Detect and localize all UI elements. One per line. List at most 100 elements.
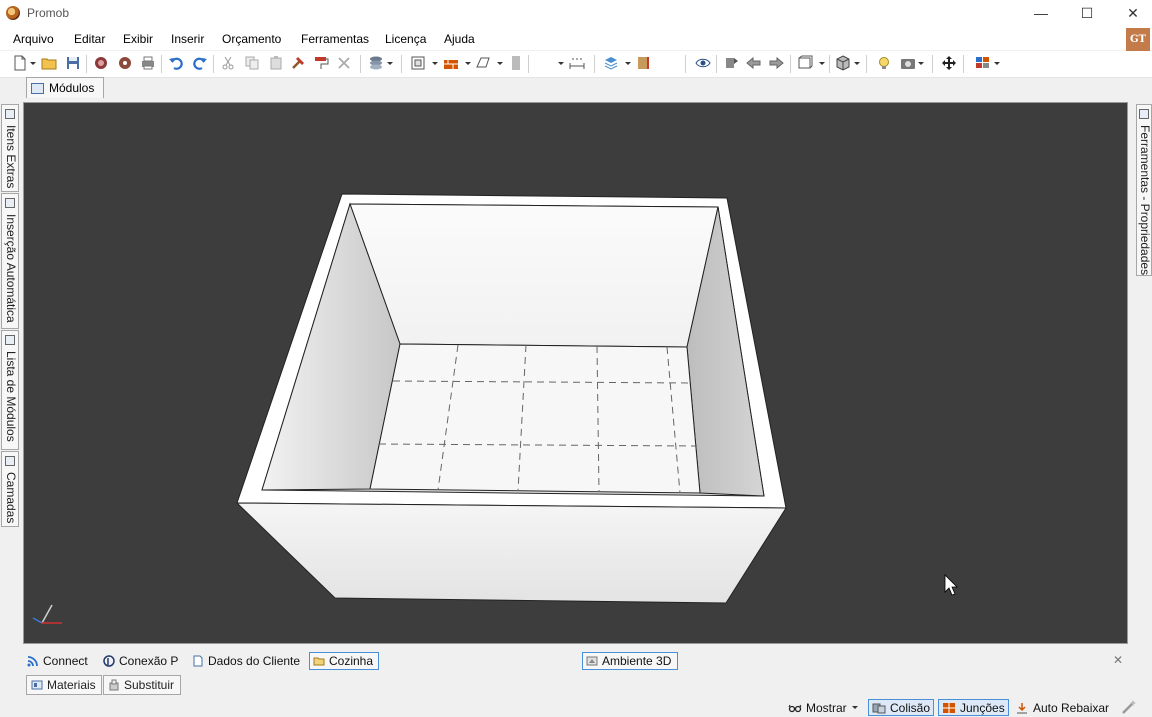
photo-camera-dropdown-icon[interactable] bbox=[918, 62, 924, 65]
wall-dropdown-icon[interactable] bbox=[465, 62, 471, 65]
rotate-icon[interactable] bbox=[723, 55, 739, 71]
magic-wand-icon[interactable] bbox=[1121, 699, 1139, 715]
eye-icon[interactable] bbox=[695, 55, 711, 71]
axis-gizmo bbox=[32, 604, 62, 624]
shape-icon[interactable] bbox=[475, 55, 491, 71]
tab-materiais[interactable]: Materiais bbox=[26, 675, 102, 695]
view-layout-dropdown-icon[interactable] bbox=[432, 62, 438, 65]
tools-icon bbox=[1139, 109, 1149, 119]
side-tab-lista-de-modulos[interactable]: Lista de Módulos bbox=[1, 330, 19, 450]
paperclip-icon bbox=[5, 109, 15, 119]
budget-dropdown-icon[interactable] bbox=[387, 62, 393, 65]
menu-orcamento[interactable]: Orçamento bbox=[222, 32, 281, 46]
layers-dropdown-icon[interactable] bbox=[625, 62, 631, 65]
new-file-dropdown-icon[interactable] bbox=[30, 62, 36, 65]
tab-connect[interactable]: Connect bbox=[27, 652, 88, 670]
menu-arquivo[interactable]: Arquivo bbox=[13, 32, 54, 46]
tab-materiais-label: Materiais bbox=[47, 678, 96, 692]
minimize-button[interactable]: — bbox=[1018, 0, 1064, 26]
tab-conexao-p-label: Conexão P bbox=[119, 654, 179, 668]
color-palette-icon[interactable] bbox=[975, 55, 991, 71]
auto-insert-icon bbox=[5, 198, 15, 208]
bottom-tab-bar bbox=[23, 648, 1128, 672]
user-badge[interactable]: GT bbox=[1126, 28, 1150, 51]
menu-ajuda[interactable]: Ajuda bbox=[444, 32, 475, 46]
render-icon[interactable] bbox=[93, 55, 109, 71]
juncoes-toggle[interactable]: Junções bbox=[938, 699, 1009, 716]
junctions-icon bbox=[943, 702, 955, 713]
open-folder-icon[interactable] bbox=[41, 55, 57, 71]
menu-inserir[interactable]: Inserir bbox=[171, 32, 204, 46]
wall-icon[interactable] bbox=[443, 55, 459, 71]
column-icon[interactable] bbox=[508, 55, 524, 71]
shape-dropdown-icon[interactable] bbox=[497, 62, 503, 65]
replace-icon bbox=[109, 679, 119, 691]
move-right-icon[interactable] bbox=[768, 55, 784, 71]
promob-logo-icon bbox=[6, 6, 20, 20]
side-tab-ferramentas-propriedades[interactable]: Ferramentas - Propriedades bbox=[1136, 104, 1152, 276]
colisao-label: Colisão bbox=[890, 700, 931, 715]
tab-ambiente-3d-label: Ambiente 3D bbox=[602, 654, 672, 668]
tab-modulos-label: Módulos bbox=[49, 81, 95, 95]
side-tab-camadas[interactable]: Camadas bbox=[1, 451, 19, 527]
side-tab-insercao-automatica[interactable]: Inserção Automática bbox=[1, 193, 19, 329]
camera-view-dropdown-icon[interactable] bbox=[819, 62, 825, 65]
select-tool-dropdown-icon[interactable] bbox=[558, 62, 564, 65]
tab-modulos[interactable]: Módulos bbox=[26, 77, 104, 98]
hammer-icon[interactable] bbox=[290, 55, 306, 71]
cube-dropdown-icon[interactable] bbox=[854, 62, 860, 65]
colisao-toggle[interactable]: Colisão bbox=[868, 699, 935, 716]
color-palette-dropdown-icon[interactable] bbox=[994, 62, 1000, 65]
navigate-arrows-icon[interactable] bbox=[941, 55, 957, 71]
cut-icon[interactable] bbox=[220, 55, 236, 71]
rss-icon bbox=[27, 656, 38, 667]
delete-icon[interactable] bbox=[336, 55, 352, 71]
tab-conexao-p[interactable]: Conexão P bbox=[103, 652, 178, 670]
mostrar-label: Mostrar bbox=[806, 700, 847, 715]
cabinet-3d-model[interactable] bbox=[24, 103, 1127, 643]
auto-lower-icon bbox=[1017, 702, 1027, 713]
mostrar-dropdown[interactable]: Mostrar bbox=[788, 699, 858, 716]
close-button[interactable]: ✕ bbox=[1110, 0, 1152, 26]
elevation-view-icon[interactable] bbox=[636, 55, 652, 71]
move-left-icon[interactable] bbox=[746, 55, 762, 71]
juncoes-label: Junções bbox=[960, 700, 1005, 715]
viewport-3d[interactable] bbox=[23, 102, 1128, 644]
print-icon[interactable] bbox=[140, 55, 156, 71]
auto-rebaixar-toggle[interactable]: Auto Rebaixar bbox=[1015, 699, 1109, 716]
tab-dados-do-cliente[interactable]: Dados do Cliente bbox=[192, 652, 300, 670]
copy-icon[interactable] bbox=[244, 55, 260, 71]
main-toolbar: 3D bbox=[0, 51, 1152, 124]
tab-substituir[interactable]: Substituir bbox=[103, 675, 181, 695]
light-bulb-icon[interactable] bbox=[876, 55, 892, 71]
menu-bar: Arquivo Editar Exibir Inserir Orçamento … bbox=[0, 28, 1152, 50]
cube-icon[interactable] bbox=[835, 55, 851, 71]
window-title: Promob bbox=[27, 6, 70, 20]
scene-3d-icon bbox=[586, 656, 598, 666]
save-icon[interactable] bbox=[65, 55, 81, 71]
photo-camera-icon[interactable] bbox=[900, 55, 916, 71]
undo-icon[interactable] bbox=[168, 55, 184, 71]
side-tab-camadas-label: Camadas bbox=[4, 472, 18, 524]
view-layout-icon[interactable] bbox=[410, 55, 426, 71]
render-preview-icon[interactable] bbox=[117, 55, 133, 71]
menu-ferramentas[interactable]: Ferramentas bbox=[301, 32, 369, 46]
menu-editar[interactable]: Editar bbox=[74, 32, 105, 46]
tab-cozinha[interactable]: Cozinha bbox=[309, 652, 379, 670]
menu-exibir[interactable]: Exibir bbox=[123, 32, 153, 46]
side-tab-itens-extras[interactable]: Itens Extras bbox=[1, 104, 19, 192]
layers-icon[interactable] bbox=[603, 55, 619, 71]
paste-icon[interactable] bbox=[268, 55, 284, 71]
measure-icon[interactable] bbox=[569, 55, 585, 71]
budget-icon[interactable] bbox=[368, 55, 384, 71]
redo-icon[interactable] bbox=[192, 55, 208, 71]
menu-licenca[interactable]: Licença bbox=[385, 32, 426, 46]
paint-roller-icon[interactable] bbox=[313, 55, 329, 71]
new-file-icon[interactable] bbox=[12, 55, 28, 71]
tab-ambiente-3d[interactable]: Ambiente 3D bbox=[582, 652, 678, 670]
maximize-button[interactable]: ☐ bbox=[1064, 0, 1110, 26]
camera-view-icon[interactable] bbox=[797, 55, 813, 71]
tab-dados-do-cliente-label: Dados do Cliente bbox=[208, 654, 301, 668]
modules-icon bbox=[31, 82, 44, 94]
close-panel-icon[interactable]: ✕ bbox=[1113, 653, 1123, 667]
